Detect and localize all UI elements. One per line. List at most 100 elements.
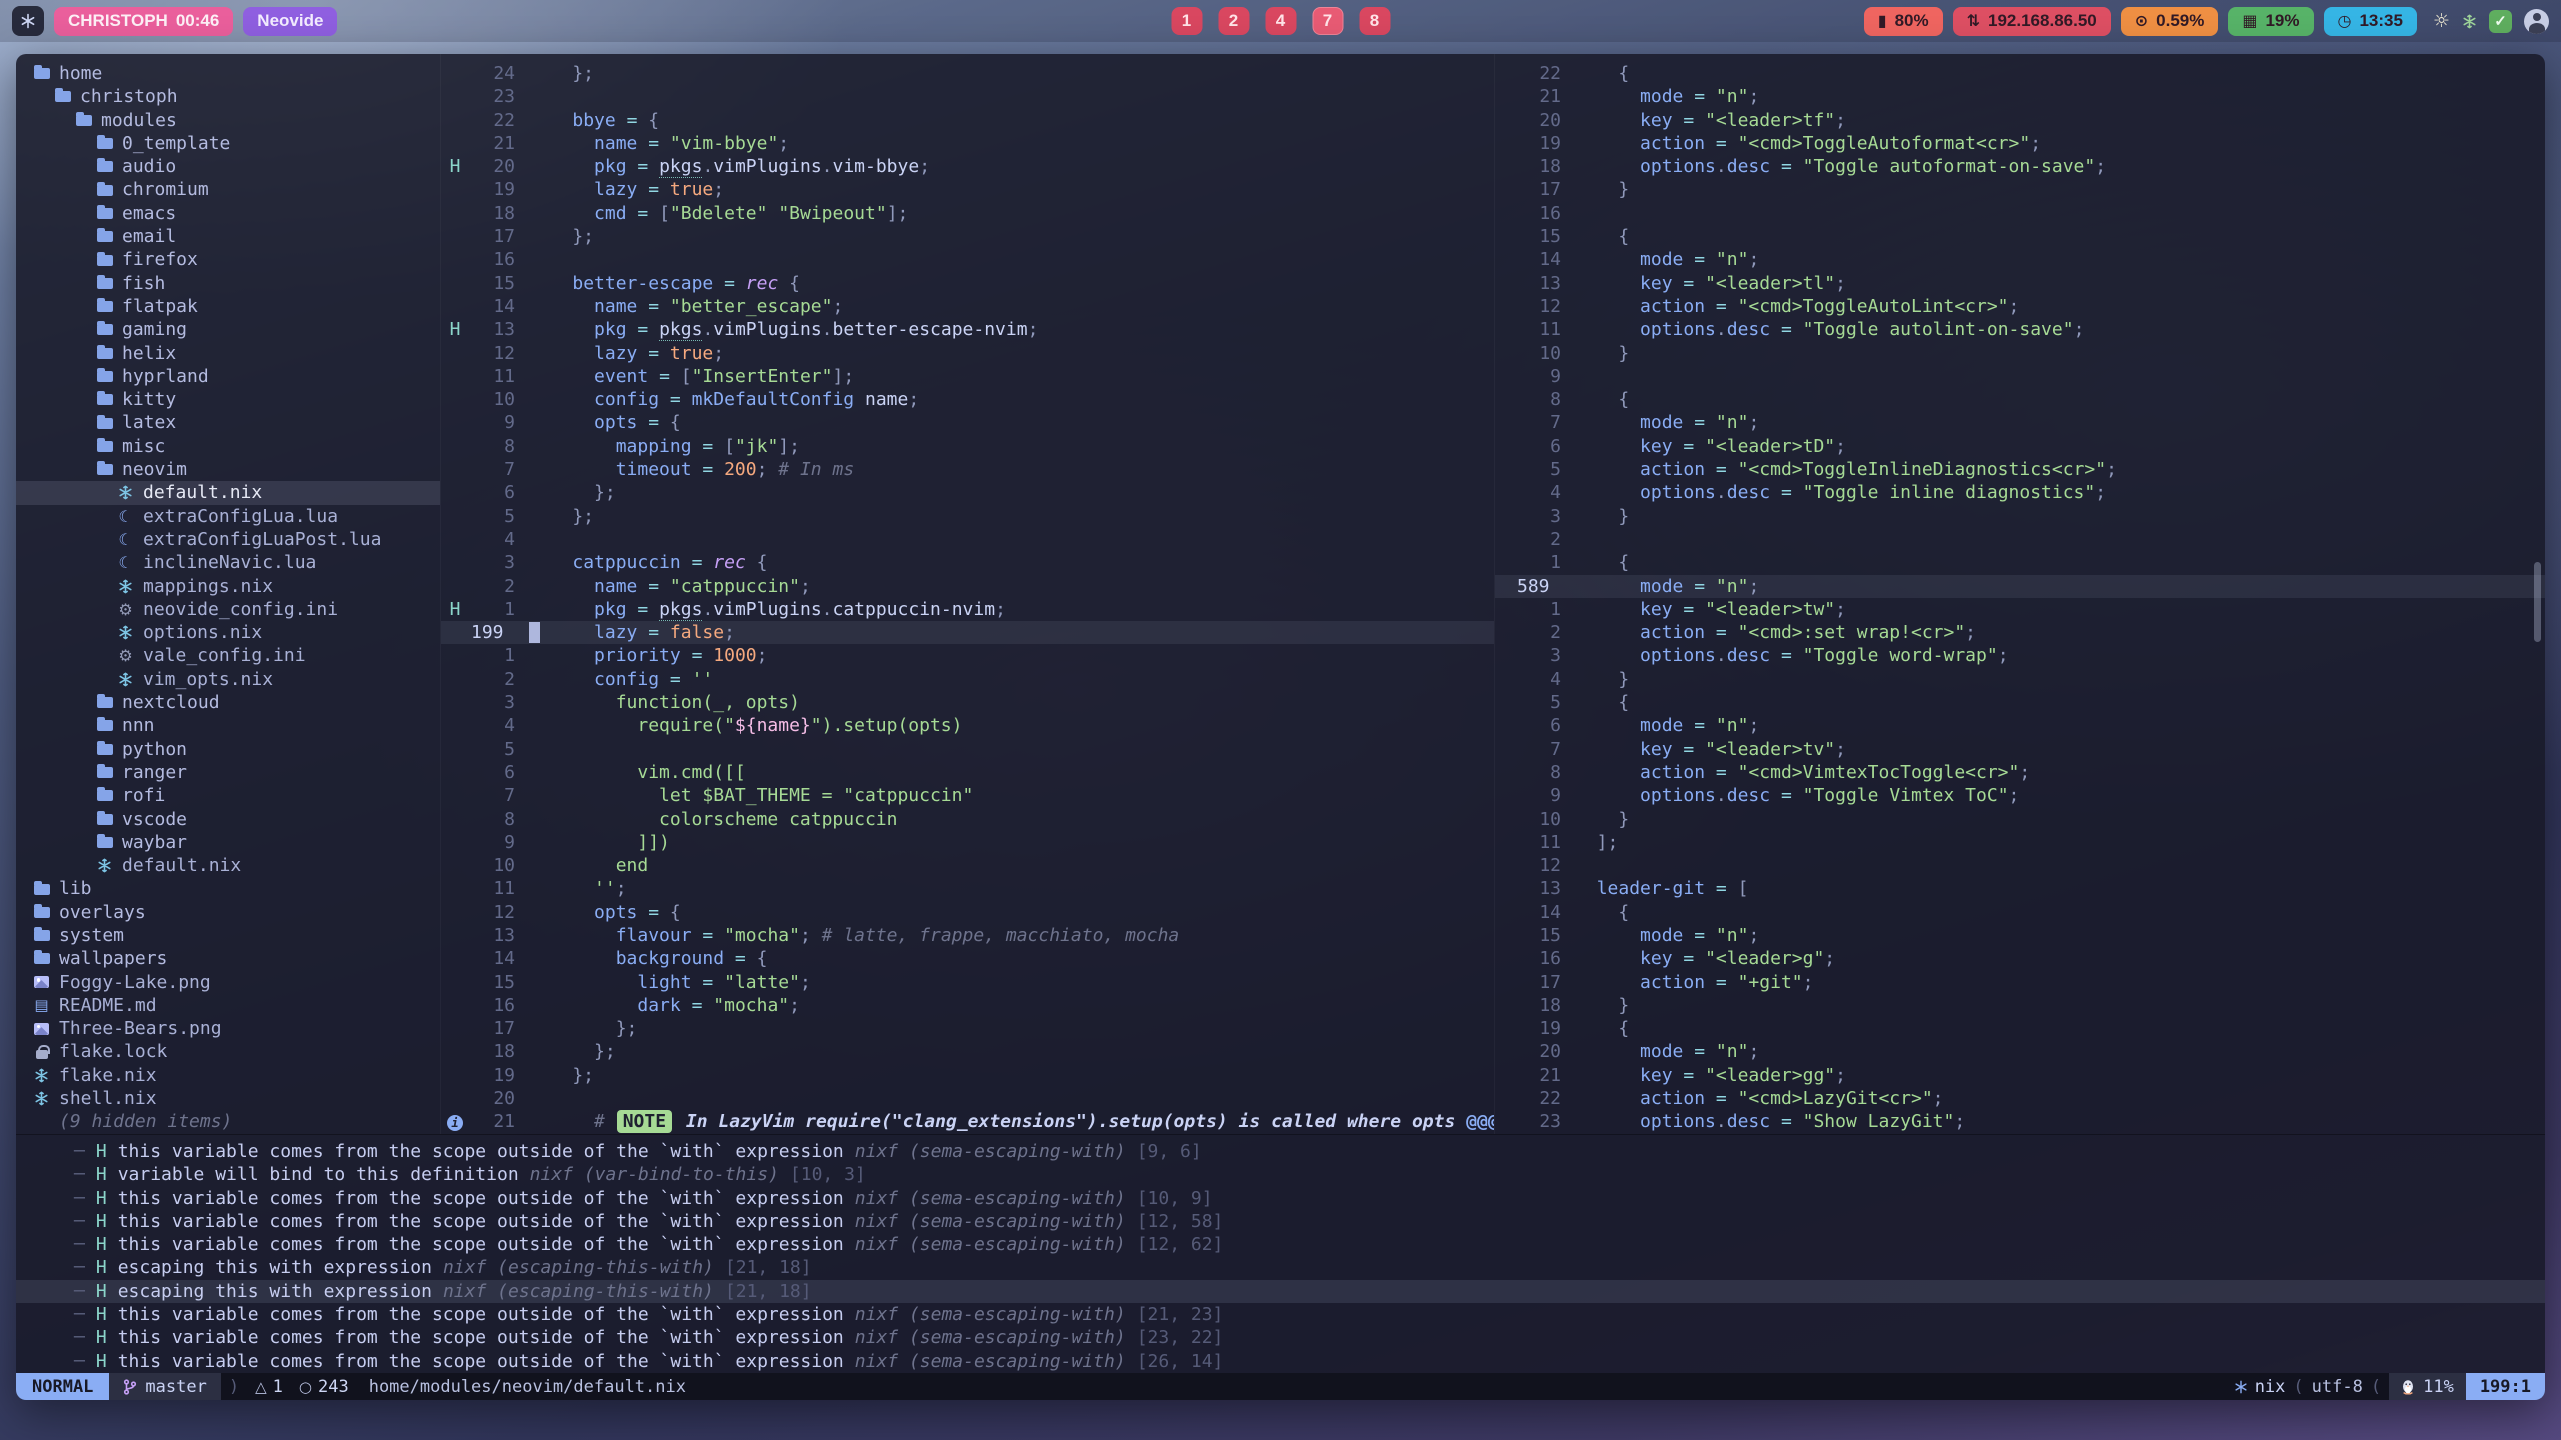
tree-item[interactable]: waybar <box>16 831 440 854</box>
code-line[interactable]: 10 } <box>1495 808 2545 831</box>
code-line[interactable]: 4 require("${name}").setup(opts) <box>441 714 1494 737</box>
code-line[interactable]: 9 opts = { <box>441 411 1494 434</box>
tree-item[interactable]: overlays <box>16 901 440 924</box>
code-line[interactable]: 21 key = "<leader>gg"; <box>1495 1064 2545 1087</box>
code-line[interactable]: 12 <box>1495 854 2545 877</box>
tree-item[interactable]: kitty <box>16 388 440 411</box>
code-line[interactable]: 19 lazy = true; <box>441 178 1494 201</box>
code-line[interactable]: 21 name = "vim-bbye"; <box>441 132 1494 155</box>
diagnostic-row[interactable]: ─Hescaping this with expressionnixf (esc… <box>16 1280 2545 1303</box>
code-line[interactable]: 2 name = "catppuccin"; <box>441 575 1494 598</box>
tree-item[interactable]: shell.nix <box>16 1087 440 1110</box>
code-line[interactable]: 10 end <box>441 854 1494 877</box>
code-line[interactable]: 5 <box>441 738 1494 761</box>
code-line[interactable]: 6 vim.cmd([[ <box>441 761 1494 784</box>
code-line[interactable]: 11 ]; <box>1495 831 2545 854</box>
tree-item[interactable]: ☾extraConfigLuaPost.lua <box>16 528 440 551</box>
code-line[interactable]: 9 options.desc = "Toggle Vimtex ToC"; <box>1495 784 2545 807</box>
code-line[interactable]: 7 let $BAT_THEME = "catppuccin" <box>441 784 1494 807</box>
diagnostic-row[interactable]: ─Hthis variable comes from the scope out… <box>16 1303 2545 1326</box>
scrollbar-thumb[interactable] <box>2534 562 2541 642</box>
code-line[interactable]: H20 pkg = pkgs.vimPlugins.vim-bbye; <box>441 155 1494 178</box>
tree-item[interactable]: nextcloud <box>16 691 440 714</box>
tree-item[interactable]: christoph <box>16 85 440 108</box>
code-line[interactable]: 11 options.desc = "Toggle autolint-on-sa… <box>1495 318 2545 341</box>
code-line[interactable]: 199 lazy = false; <box>441 621 1494 644</box>
code-line[interactable]: 22 bbye = { <box>441 109 1494 132</box>
code-line[interactable]: 24 }; <box>441 62 1494 85</box>
tree-item[interactable]: hyprland <box>16 365 440 388</box>
code-line[interactable]: 16 dark = "mocha"; <box>441 994 1494 1017</box>
code-line[interactable]: 4 } <box>1495 668 2545 691</box>
code-line[interactable]: 589 mode = "n"; <box>1495 575 2545 598</box>
code-line[interactable]: 19 { <box>1495 1017 2545 1040</box>
tree-item[interactable]: mappings.nix <box>16 575 440 598</box>
code-line[interactable]: 13 flavour = "mocha"; # latte, frappe, m… <box>441 924 1494 947</box>
code-line[interactable]: 13 leader-git = [ <box>1495 877 2545 900</box>
code-line[interactable]: 20 <box>441 1087 1494 1110</box>
diagnostic-row[interactable]: ─Hthis variable comes from the scope out… <box>16 1326 2545 1349</box>
tree-item[interactable]: rofi <box>16 784 440 807</box>
code-line[interactable]: 20 key = "<leader>tf"; <box>1495 109 2545 132</box>
tree-item[interactable]: emacs <box>16 202 440 225</box>
tree-item[interactable]: 0_template <box>16 132 440 155</box>
code-line[interactable]: H13 pkg = pkgs.vimPlugins.better-escape-… <box>441 318 1494 341</box>
user-uptime-pill[interactable]: CHRISTOPH 00:46 <box>54 7 233 36</box>
file-path[interactable]: home/modules/neovim/default.nix <box>357 1377 698 1397</box>
launcher-icon[interactable] <box>12 6 44 36</box>
diagnostic-row[interactable]: ─Hthis variable comes from the scope out… <box>16 1350 2545 1373</box>
tree-item[interactable]: Three-Bears.png <box>16 1017 440 1040</box>
tree-item[interactable]: ▤README.md <box>16 994 440 1017</box>
app-title-pill[interactable]: Neovide <box>243 7 337 36</box>
code-line[interactable]: 9 ]]) <box>441 831 1494 854</box>
tree-item[interactable]: options.nix <box>16 621 440 644</box>
code-line[interactable]: H1 pkg = pkgs.vimPlugins.catppuccin-nvim… <box>441 598 1494 621</box>
code-line[interactable]: 14 mode = "n"; <box>1495 248 2545 271</box>
code-line[interactable]: 21 mode = "n"; <box>1495 85 2545 108</box>
code-line[interactable]: 6 mode = "n"; <box>1495 714 2545 737</box>
code-line[interactable]: 19 action = "<cmd>ToggleAutoformat<cr>"; <box>1495 132 2545 155</box>
code-line[interactable]: i21 # NOTE In LazyVim require("clang_ext… <box>441 1110 1494 1133</box>
network-pill[interactable]: ⇅192.168.86.50 <box>1953 7 2111 36</box>
code-line[interactable]: 5 action = "<cmd>ToggleInlineDiagnostics… <box>1495 458 2545 481</box>
tree-item[interactable]: nnn <box>16 714 440 737</box>
code-line[interactable]: 17 }; <box>441 1017 1494 1040</box>
code-line[interactable]: 4 options.desc = "Toggle inline diagnost… <box>1495 481 2545 504</box>
code-line[interactable]: 6 }; <box>441 481 1494 504</box>
code-line[interactable]: 17 }; <box>441 225 1494 248</box>
tree-item[interactable]: modules <box>16 109 440 132</box>
tree-item[interactable]: helix <box>16 342 440 365</box>
tree-item[interactable]: default.nix <box>16 481 440 504</box>
tree-item[interactable]: latex <box>16 411 440 434</box>
diagnostic-row[interactable]: ─Hvariable will bind to this definitionn… <box>16 1163 2545 1186</box>
code-line[interactable]: 7 mode = "n"; <box>1495 411 2545 434</box>
tree-item[interactable]: python <box>16 738 440 761</box>
code-line[interactable]: 12 lazy = true; <box>441 342 1494 365</box>
code-line[interactable]: 3 } <box>1495 505 2545 528</box>
code-line[interactable]: 1 priority = 1000; <box>441 644 1494 667</box>
code-line[interactable]: 15 mode = "n"; <box>1495 924 2545 947</box>
code-line[interactable]: 23 options.desc = "Show LazyGit"; <box>1495 1110 2545 1133</box>
code-line[interactable]: 20 mode = "n"; <box>1495 1040 2545 1063</box>
tree-item[interactable]: ⚙vale_config.ini <box>16 644 440 667</box>
tree-item[interactable]: vscode <box>16 808 440 831</box>
diagnostic-row[interactable]: ─Hthis variable comes from the scope out… <box>16 1187 2545 1210</box>
workspace-button[interactable]: 4 <box>1265 7 1296 35</box>
code-line[interactable]: 3 options.desc = "Toggle word-wrap"; <box>1495 644 2545 667</box>
code-line[interactable]: 2 <box>1495 528 2545 551</box>
tree-item[interactable]: (9 hidden items) <box>16 1110 440 1133</box>
code-line[interactable]: 14 name = "better_escape"; <box>441 295 1494 318</box>
code-line[interactable]: 16 <box>441 248 1494 271</box>
code-line[interactable]: 10 config = mkDefaultConfig name; <box>441 388 1494 411</box>
code-line[interactable]: 18 options.desc = "Toggle autoformat-on-… <box>1495 155 2545 178</box>
git-branch[interactable]: master <box>109 1373 220 1400</box>
code-line[interactable]: 8 { <box>1495 388 2545 411</box>
code-line[interactable]: 7 timeout = 200; # In ms <box>441 458 1494 481</box>
code-line[interactable]: 12 opts = { <box>441 901 1494 924</box>
tree-item[interactable]: ☾extraConfigLua.lua <box>16 505 440 528</box>
nix-snowflake-icon[interactable] <box>2462 14 2477 29</box>
code-line[interactable]: 5 { <box>1495 691 2545 714</box>
code-line[interactable]: 9 <box>1495 365 2545 388</box>
workspace-button[interactable]: 7 <box>1312 7 1343 35</box>
code-line[interactable]: 4 <box>441 528 1494 551</box>
